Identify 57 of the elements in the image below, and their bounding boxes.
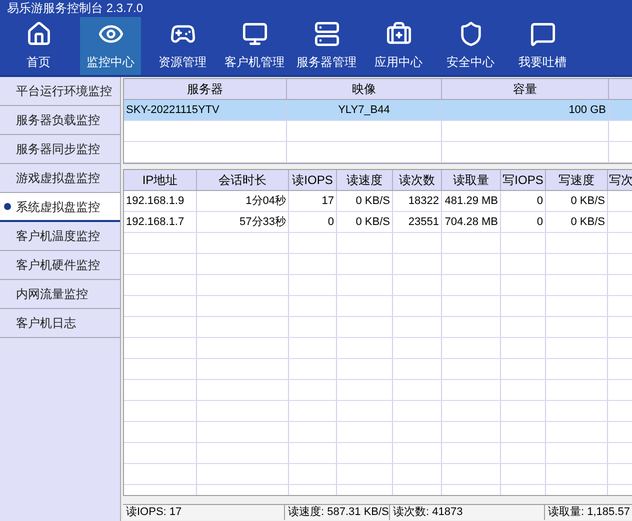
nav-tab[interactable]: 应用中心 [368, 17, 429, 75]
message-icon [530, 21, 556, 47]
sidebar-item[interactable]: 客户机温度监控 [0, 222, 120, 251]
column-header: 写速度 [546, 170, 608, 190]
table-cell: 23551 [393, 212, 442, 232]
sidebar-item[interactable]: 服务器同步监控 [0, 135, 120, 164]
nav-tab[interactable]: 客户机管理 [224, 17, 285, 75]
status-text: 读次数: 41873 [390, 505, 545, 520]
table-cell: 17 [289, 191, 337, 211]
nav-tab[interactable]: 服务器管理 [296, 17, 357, 75]
window-title: 易乐游服务控制台 2.3.7.0 [7, 1, 144, 15]
table-cell: SKY-20221115YTV [124, 100, 287, 120]
table-cell: YLY7_B44 [287, 100, 442, 120]
table-cell: 0 [501, 191, 546, 211]
column-header: IP地址 [124, 170, 197, 190]
toolbox-icon [386, 21, 412, 47]
table-cell: 0 [501, 212, 546, 232]
column-header: 读IOPS [289, 170, 337, 190]
column-header: 读次数 [393, 170, 442, 190]
column-header: 容量 [442, 79, 609, 99]
table-cell: 0 KB/S [546, 212, 608, 232]
table-cell: 1分04秒 [197, 191, 289, 211]
table-cell: 481.29 MB [442, 191, 501, 211]
sidebar-item[interactable]: 客户机日志 [0, 309, 120, 338]
nav-tab[interactable]: 我要吐槽 [512, 17, 573, 75]
table-cell: 192.168.1.7 [124, 212, 197, 232]
table-cell: 100 GB [442, 100, 609, 120]
nav-tab[interactable]: 首页 [8, 17, 69, 75]
table-cell: 57分33秒 [197, 212, 289, 232]
status-text: 读速度: 587.31 KB/S [285, 505, 390, 520]
table-cell: 704.28 MB [442, 212, 501, 232]
column-header: 读速度 [337, 170, 393, 190]
sidebar-item[interactable]: 平台运行环境监控 [0, 77, 120, 106]
status-text: 读取量: 1,185.57 [545, 505, 632, 520]
column-header: 服务器 [124, 79, 287, 99]
column-header: 映像 [287, 79, 442, 99]
table-cell: 0 [289, 212, 337, 232]
home-icon [26, 21, 52, 47]
table-cell: 0 KB/S [337, 191, 393, 211]
table-cell: 0 KB/S [337, 212, 393, 232]
column-header: 写IOPS [501, 170, 546, 190]
server-icon [314, 21, 340, 47]
sidebar-item[interactable]: 客户机硬件监控 [0, 251, 120, 280]
column-header: 读取量 [442, 170, 501, 190]
table-cell: 0 KB/S [546, 191, 608, 211]
nav-tab[interactable]: 安全中心 [440, 17, 501, 75]
sidebar-item[interactable]: 服务器负载监控 [0, 106, 120, 135]
table-row[interactable]: SKY-20221115YTV YLY7_B44 100 GB [124, 100, 632, 121]
nav-tab[interactable]: 资源管理 [152, 17, 213, 75]
sidebar-item[interactable]: 系统虚拟盘监控 [0, 193, 120, 222]
monitor-icon [242, 21, 268, 47]
nav-tab[interactable]: 监控中心 [80, 17, 141, 75]
table-cell: 18322 [393, 191, 442, 211]
sidebar-item[interactable]: 内网流量监控 [0, 280, 120, 309]
column-header: 会话时长 [197, 170, 289, 190]
status-text: 读IOPS: 17 [123, 505, 285, 520]
table-cell: 192.168.1.9 [124, 191, 197, 211]
